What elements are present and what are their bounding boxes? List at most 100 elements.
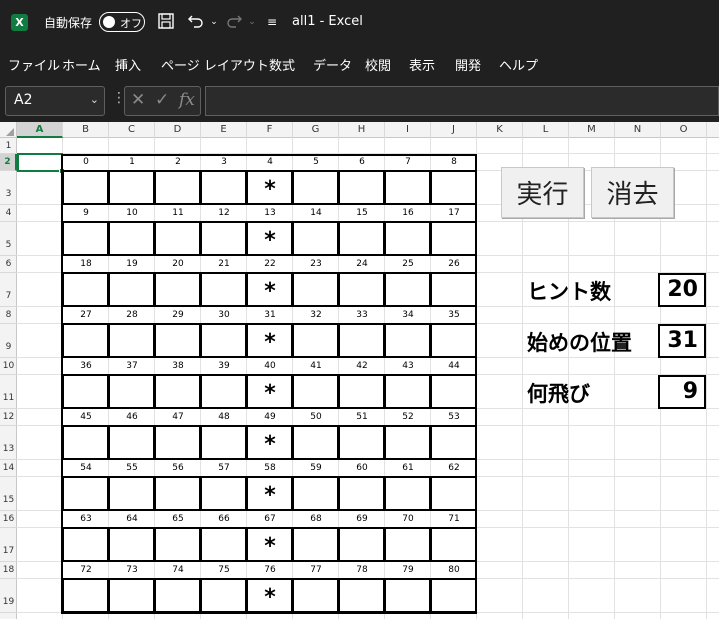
answer-cell[interactable] xyxy=(338,272,385,307)
answer-cell[interactable] xyxy=(338,425,385,460)
answer-cell[interactable] xyxy=(338,527,385,562)
answer-cell[interactable] xyxy=(154,476,201,511)
autosave-toggle[interactable]: オフ xyxy=(99,12,145,32)
answer-cell[interactable] xyxy=(108,527,155,562)
tab-view[interactable]: 表示 xyxy=(409,55,435,74)
answer-cell[interactable] xyxy=(430,323,477,358)
skip-value[interactable]: 9 xyxy=(658,375,706,409)
answer-cell[interactable] xyxy=(430,476,477,511)
row-header-6[interactable]: 6 xyxy=(0,256,17,273)
answer-cell[interactable] xyxy=(62,476,109,511)
undo-icon[interactable] xyxy=(186,12,206,32)
answer-cell[interactable] xyxy=(430,527,477,562)
answer-cell[interactable] xyxy=(154,578,201,613)
answer-cell[interactable] xyxy=(338,323,385,358)
select-all-button[interactable] xyxy=(0,122,17,138)
answer-cell[interactable] xyxy=(384,323,431,358)
row-header-9[interactable]: 9 xyxy=(0,324,17,358)
answer-cell[interactable] xyxy=(108,476,155,511)
answer-cell[interactable] xyxy=(292,170,339,205)
column-header-d[interactable]: D xyxy=(155,122,201,138)
insert-function-icon[interactable]: fx xyxy=(179,90,195,110)
answer-cell[interactable] xyxy=(384,527,431,562)
row-header-12[interactable]: 12 xyxy=(0,409,17,426)
answer-cell[interactable] xyxy=(338,374,385,409)
answer-cell[interactable] xyxy=(200,527,247,562)
row-header-16[interactable]: 16 xyxy=(0,511,17,528)
active-cell[interactable] xyxy=(17,153,65,174)
row-header-3[interactable]: 3 xyxy=(0,171,17,205)
row-header-11[interactable]: 11 xyxy=(0,375,17,409)
answer-cell[interactable] xyxy=(62,374,109,409)
answer-cell[interactable] xyxy=(430,374,477,409)
answer-cell[interactable] xyxy=(200,170,247,205)
row-header-1[interactable]: 1 xyxy=(0,138,17,154)
enter-icon[interactable]: ✓ xyxy=(155,90,169,110)
answer-cell[interactable] xyxy=(430,272,477,307)
row-header-10[interactable]: 10 xyxy=(0,358,17,375)
tab-help[interactable]: ヘルプ xyxy=(499,55,538,74)
answer-cell[interactable] xyxy=(384,476,431,511)
row-header-5[interactable]: 5 xyxy=(0,222,17,256)
answer-cell[interactable] xyxy=(154,323,201,358)
save-icon[interactable] xyxy=(156,12,176,32)
run-button[interactable]: 実行 xyxy=(501,167,584,218)
answer-cell[interactable] xyxy=(338,476,385,511)
cancel-icon[interactable]: ✕ xyxy=(131,90,145,110)
answer-cell[interactable] xyxy=(108,323,155,358)
formula-input[interactable] xyxy=(205,86,719,116)
column-header-n[interactable]: N xyxy=(615,122,661,138)
redo-dropdown-icon[interactable]: ⌄ xyxy=(242,12,262,32)
tab-formulas[interactable]: 数式 xyxy=(269,55,295,74)
answer-cell[interactable] xyxy=(338,170,385,205)
answer-cell[interactable] xyxy=(154,170,201,205)
column-header-k[interactable]: K xyxy=(477,122,523,138)
answer-cell[interactable] xyxy=(62,221,109,256)
answer-cell[interactable] xyxy=(108,425,155,460)
row-header-14[interactable]: 14 xyxy=(0,460,17,477)
row-header-7[interactable]: 7 xyxy=(0,273,17,307)
answer-cell[interactable] xyxy=(62,425,109,460)
column-header-i[interactable]: I xyxy=(385,122,431,138)
answer-cell[interactable] xyxy=(200,272,247,307)
tab-review[interactable]: 校閲 xyxy=(365,55,391,74)
answer-cell[interactable] xyxy=(384,425,431,460)
answer-cell[interactable] xyxy=(62,170,109,205)
tab-insert[interactable]: 挿入 xyxy=(115,55,141,74)
hint-count-value[interactable]: 20 xyxy=(658,273,706,307)
answer-cell[interactable] xyxy=(292,374,339,409)
answer-cell[interactable] xyxy=(292,578,339,613)
row-header-15[interactable]: 15 xyxy=(0,477,17,511)
answer-cell[interactable] xyxy=(292,272,339,307)
answer-cell[interactable] xyxy=(108,221,155,256)
answer-cell[interactable] xyxy=(338,221,385,256)
answer-cell[interactable] xyxy=(384,221,431,256)
column-header-l[interactable]: L xyxy=(523,122,569,138)
column-header-b[interactable]: B xyxy=(63,122,109,138)
column-header-m[interactable]: M xyxy=(569,122,615,138)
answer-cell[interactable] xyxy=(384,170,431,205)
answer-cell[interactable] xyxy=(154,374,201,409)
answer-cell[interactable] xyxy=(384,374,431,409)
column-header-c[interactable]: C xyxy=(109,122,155,138)
row-header-17[interactable]: 17 xyxy=(0,528,17,562)
column-header-h[interactable]: H xyxy=(339,122,385,138)
column-header-g[interactable]: G xyxy=(293,122,339,138)
column-header-e[interactable]: E xyxy=(201,122,247,138)
answer-cell[interactable] xyxy=(200,578,247,613)
answer-cell[interactable] xyxy=(108,374,155,409)
row-header-19[interactable]: 19 xyxy=(0,579,17,613)
row-header-18[interactable]: 18 xyxy=(0,562,17,579)
answer-cell[interactable] xyxy=(200,323,247,358)
column-header-o[interactable]: O xyxy=(661,122,707,138)
answer-cell[interactable] xyxy=(200,374,247,409)
tab-home[interactable]: ホーム xyxy=(62,55,101,74)
answer-cell[interactable] xyxy=(292,527,339,562)
answer-cell[interactable] xyxy=(384,272,431,307)
tab-file[interactable]: ファイル xyxy=(8,55,60,74)
tab-page-layout[interactable]: ページ レイアウト xyxy=(161,55,269,74)
answer-cell[interactable] xyxy=(200,476,247,511)
answer-cell[interactable] xyxy=(108,170,155,205)
tab-developer[interactable]: 開発 xyxy=(455,55,481,74)
answer-cell[interactable] xyxy=(430,578,477,613)
